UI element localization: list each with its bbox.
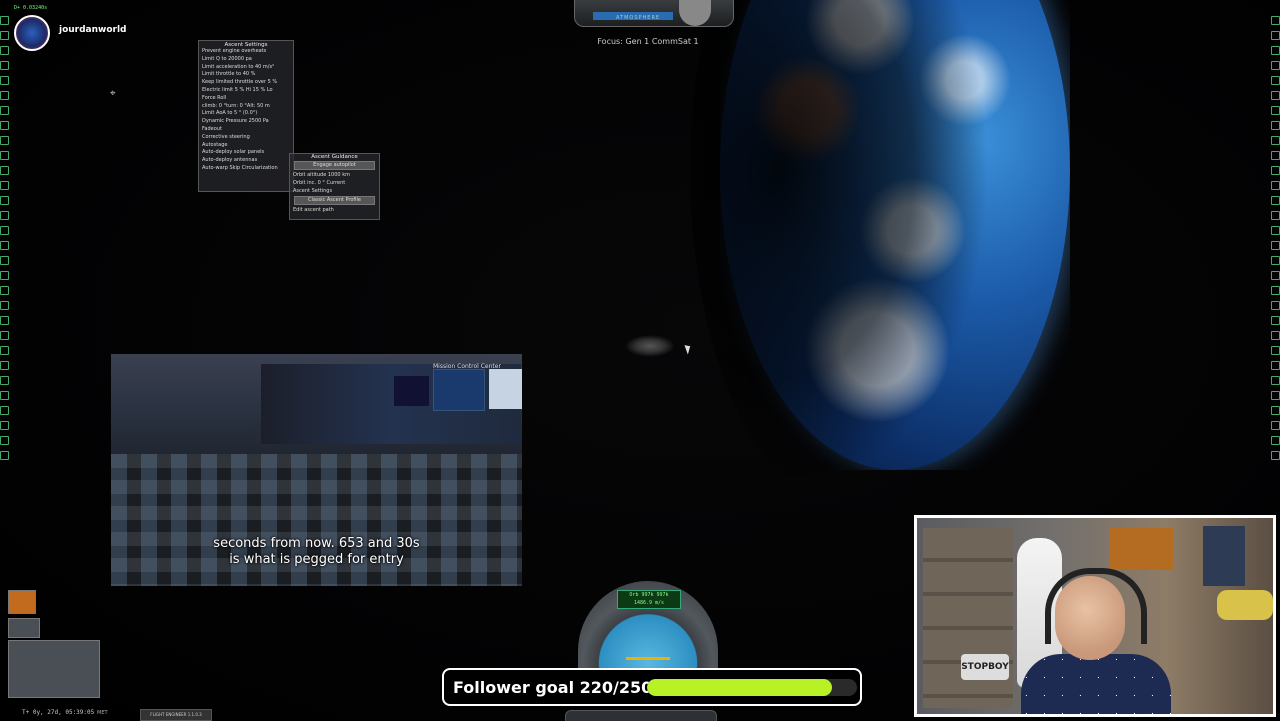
mission-control-video: Mission Control Center seconds from now.… bbox=[111, 354, 522, 586]
stage-indicator[interactable] bbox=[8, 618, 40, 638]
speed-value: 1486.9 m/s bbox=[633, 600, 665, 606]
video-screen bbox=[489, 369, 522, 409]
flight-engineer-bar[interactable]: FLIGHT ENGINEER 1.1.0.3 bbox=[140, 709, 212, 721]
ascent-guidance-panel[interactable]: Ascent Guidance Engage autopilot Orbit a… bbox=[289, 153, 380, 220]
spacecraft bbox=[625, 335, 675, 357]
wall-poster bbox=[1109, 528, 1173, 570]
setting-row[interactable]: Auto-warp Skip Circularization bbox=[199, 165, 293, 173]
streamer-username: jourdanworld bbox=[59, 25, 127, 35]
headset-icon bbox=[1045, 568, 1147, 644]
streamer-avatar bbox=[14, 15, 50, 51]
setting-row[interactable]: Limit throttle to 40 % bbox=[199, 71, 293, 79]
follower-goal-fill bbox=[647, 679, 832, 696]
left-toolbar-rail[interactable] bbox=[0, 10, 9, 710]
setting-row[interactable]: climb: 0 °turn: 0 °Alt: 50 m bbox=[199, 103, 293, 111]
setting-row[interactable]: Prevent engine overheats bbox=[199, 48, 293, 56]
orbital-speed-readout: Orb 997k 997k 1486.9 m/s bbox=[617, 590, 681, 609]
staging-panel[interactable] bbox=[8, 590, 100, 710]
wall-poster bbox=[1217, 590, 1273, 620]
follower-goal-track bbox=[647, 679, 857, 696]
ascent-profile-button[interactable]: Classic Ascent Profile bbox=[294, 196, 375, 205]
follower-goal-widget: Follower goal 220/250 bbox=[442, 668, 862, 706]
crosshair-icon[interactable]: ⌖ bbox=[110, 88, 116, 99]
ascent-settings-title: Ascent Settings bbox=[224, 42, 268, 48]
engage-autopilot-button[interactable]: Engage autopilot bbox=[294, 161, 375, 170]
setting-row[interactable]: Fadeout bbox=[199, 126, 293, 134]
setting-row[interactable]: Limit Q to 20000 pa bbox=[199, 56, 293, 64]
control-cluster[interactable] bbox=[8, 640, 100, 698]
setting-row[interactable]: Corrective steering bbox=[199, 134, 293, 142]
toy-shelf bbox=[923, 528, 1013, 708]
setting-row[interactable]: Force Roll bbox=[199, 95, 293, 103]
mission-control-logo: Mission Control Center bbox=[433, 363, 501, 370]
video-screen bbox=[394, 376, 429, 406]
edit-ascent-path-toggle[interactable]: Edit ascent path bbox=[290, 206, 379, 214]
atmosphere-label: ATMOSPHERE bbox=[616, 15, 661, 21]
follower-goal-label: Follower goal 220/250 bbox=[453, 678, 653, 697]
bottom-gauge-strip bbox=[565, 710, 717, 721]
pressure-dial bbox=[679, 0, 711, 26]
orbit-altitude-field[interactable]: Orbit altitude 1000 km bbox=[290, 171, 379, 179]
setting-row[interactable]: Auto-deploy antennas bbox=[199, 157, 293, 165]
mission-elapsed-time: T+ 0y, 27d, 05:39:05 bbox=[22, 709, 95, 716]
video-caption: seconds from now. 653 and 30s is what is… bbox=[111, 536, 522, 568]
streamer-webcam: STOPBOY bbox=[914, 515, 1276, 717]
caption-line: seconds from now. 653 and 30s bbox=[213, 536, 420, 551]
setting-row[interactable]: Limit AoA to 5 ° (0.0°) bbox=[199, 110, 293, 118]
setting-row[interactable]: Keep limited throttle over 5 % bbox=[199, 79, 293, 87]
delta-v-readout: D+ 0.03240s bbox=[14, 5, 48, 11]
streamer-body bbox=[1021, 654, 1171, 714]
ascent-guidance-title: Ascent Guidance bbox=[311, 154, 358, 160]
altitude-gauge bbox=[574, 0, 734, 27]
setting-row[interactable]: Dynamic Pressure 2500 Pa bbox=[199, 118, 293, 126]
desk-sign: STOPBOY bbox=[961, 654, 1009, 680]
orbit-inclination-field[interactable]: Orbit inc. 0 ° Current bbox=[290, 179, 379, 187]
caption-line: is what is pegged for entry bbox=[229, 552, 404, 567]
focus-label: Focus: Gen 1 CommSat 1 bbox=[597, 37, 699, 46]
ascent-settings-toggle[interactable]: Ascent Settings bbox=[290, 187, 379, 195]
setting-row[interactable]: Limit acceleration to 40 m/s² bbox=[199, 64, 293, 72]
orbit-mode-label: Orb 997k 997k bbox=[629, 592, 669, 598]
horizon-chevron-icon bbox=[626, 647, 670, 660]
ascent-settings-panel[interactable]: Ascent Settings Prevent engine overheats… bbox=[198, 40, 294, 192]
setting-row[interactable]: Electric limit 5 % Hi 15 % Lo bbox=[199, 87, 293, 95]
stage-indicator[interactable] bbox=[8, 590, 36, 614]
met-tag: MET bbox=[97, 710, 108, 716]
setting-row[interactable]: Autostage bbox=[199, 142, 293, 150]
wall-poster bbox=[1203, 526, 1245, 586]
setting-row[interactable]: Auto-deploy solar panels bbox=[199, 149, 293, 157]
video-screen bbox=[433, 369, 485, 411]
